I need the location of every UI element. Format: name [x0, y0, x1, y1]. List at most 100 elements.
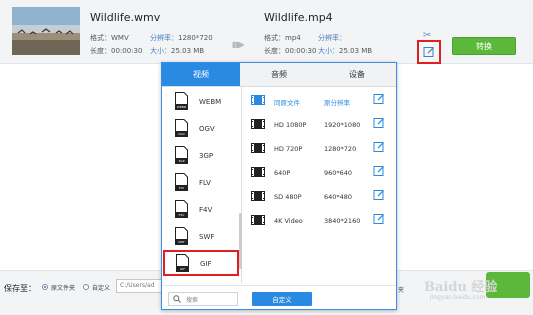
file-icon: F4V [175, 200, 188, 218]
output-duration-label: 长度： [264, 47, 285, 55]
format-tag: GIF [180, 267, 185, 271]
preset-row[interactable]: 4K Video 3840*2160 [248, 209, 396, 233]
format-item-ogv[interactable]: OGV OGV [162, 117, 238, 144]
edit-settings-button[interactable] [417, 40, 441, 64]
format-item-flv[interactable]: FLV FLV [162, 171, 238, 198]
edit-icon[interactable] [373, 165, 385, 177]
preset-name: SD 480P [274, 193, 302, 201]
format-tag: 3GP [178, 159, 184, 163]
source-duration-label: 长度： [90, 47, 111, 55]
source-filename: Wildlife.wmv [90, 11, 161, 24]
output-filename: Wildlife.mp4 [264, 11, 333, 24]
source-size-value: 25.03 MB [171, 47, 205, 55]
edit-icon[interactable] [373, 189, 385, 201]
film-icon [251, 95, 265, 105]
search-icon [173, 295, 181, 303]
format-tag: SWF [178, 240, 185, 244]
edit-icon[interactable] [373, 117, 385, 129]
file-icon: WEBM [175, 92, 188, 110]
open-folder-text[interactable]: 夹 [398, 285, 404, 294]
preset-row[interactable]: HD 720P 1280*720 [248, 137, 396, 161]
edit-icon [423, 47, 434, 57]
format-label: FLV [199, 179, 211, 187]
output-format: 格式：mp4 [264, 32, 301, 45]
output-size: 大小：25.03 MB [318, 45, 372, 58]
file-icon: SWF [175, 227, 188, 245]
preset-name: 640P [274, 169, 291, 177]
radio-custom-folder-label: 自定义 [92, 285, 111, 292]
format-item-gif[interactable]: GIF GIF [163, 250, 239, 276]
file-icon: GIF [176, 254, 189, 272]
file-icon: 3GP [175, 146, 188, 164]
output-size-value: 25.03 MB [339, 47, 373, 55]
output-size-label: 大小： [318, 47, 339, 55]
preset-row[interactable]: 同原文件 原分辨率 [248, 89, 396, 113]
preset-resolution: 原分辨率 [324, 99, 350, 107]
preset-name: HD 720P [274, 145, 303, 153]
format-item-f4v[interactable]: F4V F4V [162, 198, 238, 225]
source-format-value: WMV [111, 34, 129, 42]
format-list-scrollbar[interactable] [239, 213, 242, 269]
format-label: 3GP [199, 152, 214, 160]
radio-source-folder[interactable] [42, 284, 48, 290]
tab-device[interactable]: 设备 [318, 63, 396, 86]
output-duration-value: 00:00:30 [285, 47, 317, 55]
output-resolution: 分辨率： [318, 32, 346, 45]
save-path-input[interactable]: C:/Users/ad [116, 279, 164, 293]
preset-resolution: 960*640 [324, 169, 353, 177]
preset-resolution: 1920*1080 [324, 121, 361, 129]
format-item-swf[interactable]: SWF SWF [162, 225, 238, 252]
source-format: 格式：WMV [90, 32, 129, 45]
preset-resolution: 1280*720 [324, 145, 357, 153]
film-icon [251, 119, 265, 129]
preset-resolution: 640*480 [324, 193, 353, 201]
source-format-label: 格式： [90, 34, 111, 42]
preset-resolution: 3840*2160 [324, 217, 361, 225]
file-icon: OGV [175, 119, 188, 137]
format-label: GIF [200, 260, 212, 268]
film-icon [251, 143, 265, 153]
convert-button[interactable]: 转换 [452, 37, 516, 55]
source-size-label: 大小： [150, 47, 171, 55]
popup-footer: 搜索 自定义 [162, 285, 396, 309]
format-item-webm[interactable]: WEBM WEBM [162, 90, 238, 117]
source-resolution-value: 1280*720 [178, 34, 213, 42]
watermark-sub: jingyan.baidu.com [430, 294, 486, 301]
format-tag: F4V [179, 213, 186, 217]
source-duration-value: 00:00:30 [111, 47, 143, 55]
edit-icon[interactable] [373, 213, 385, 225]
format-label: WEBM [199, 98, 222, 106]
format-popup: 视频 音频 设备 WEBM WEBM OGV OGV 3GP 3GP FLV F… [161, 62, 397, 310]
preset-name: HD 1080P [274, 121, 307, 129]
arrow-icon: ▮▮▶ [232, 40, 245, 49]
save-to-label: 保存至： [4, 284, 36, 293]
preset-row[interactable]: SD 480P 640*480 [248, 185, 396, 209]
file-icon: FLV [175, 173, 188, 191]
source-resolution: 分辨率：1280*720 [150, 32, 213, 45]
film-icon [251, 167, 265, 177]
video-thumbnail[interactable] [12, 7, 80, 55]
preset-row[interactable]: 640P 960*640 [248, 161, 396, 185]
search-input[interactable]: 搜索 [168, 292, 238, 306]
radio-source-folder-label: 原文件夹 [51, 285, 76, 292]
format-tabs: 视频 音频 设备 [162, 63, 396, 87]
format-item-3gp[interactable]: 3GP 3GP [162, 144, 238, 171]
source-duration: 长度：00:00:30 [90, 45, 142, 58]
format-tag: WEBM [177, 105, 187, 109]
output-resolution-label: 分辨率： [318, 34, 346, 42]
tab-video[interactable]: 视频 [162, 63, 240, 86]
search-placeholder: 搜索 [186, 297, 199, 304]
edit-icon[interactable] [373, 93, 385, 105]
custom-button[interactable]: 自定义 [252, 292, 312, 306]
source-resolution-label: 分辨率： [150, 34, 178, 42]
preset-name: 同原文件 [274, 99, 300, 107]
output-format-value: mp4 [285, 34, 301, 42]
preset-list: 同原文件 原分辨率 HD 1080P 1920*1080 HD 720P 128… [248, 87, 396, 283]
output-format-label: 格式： [264, 34, 285, 42]
radio-custom-folder[interactable] [83, 284, 89, 290]
format-label: OGV [199, 125, 215, 133]
tab-audio[interactable]: 音频 [240, 63, 318, 86]
edit-icon[interactable] [373, 141, 385, 153]
preset-row[interactable]: HD 1080P 1920*1080 [248, 113, 396, 137]
format-label: SWF [199, 233, 215, 241]
